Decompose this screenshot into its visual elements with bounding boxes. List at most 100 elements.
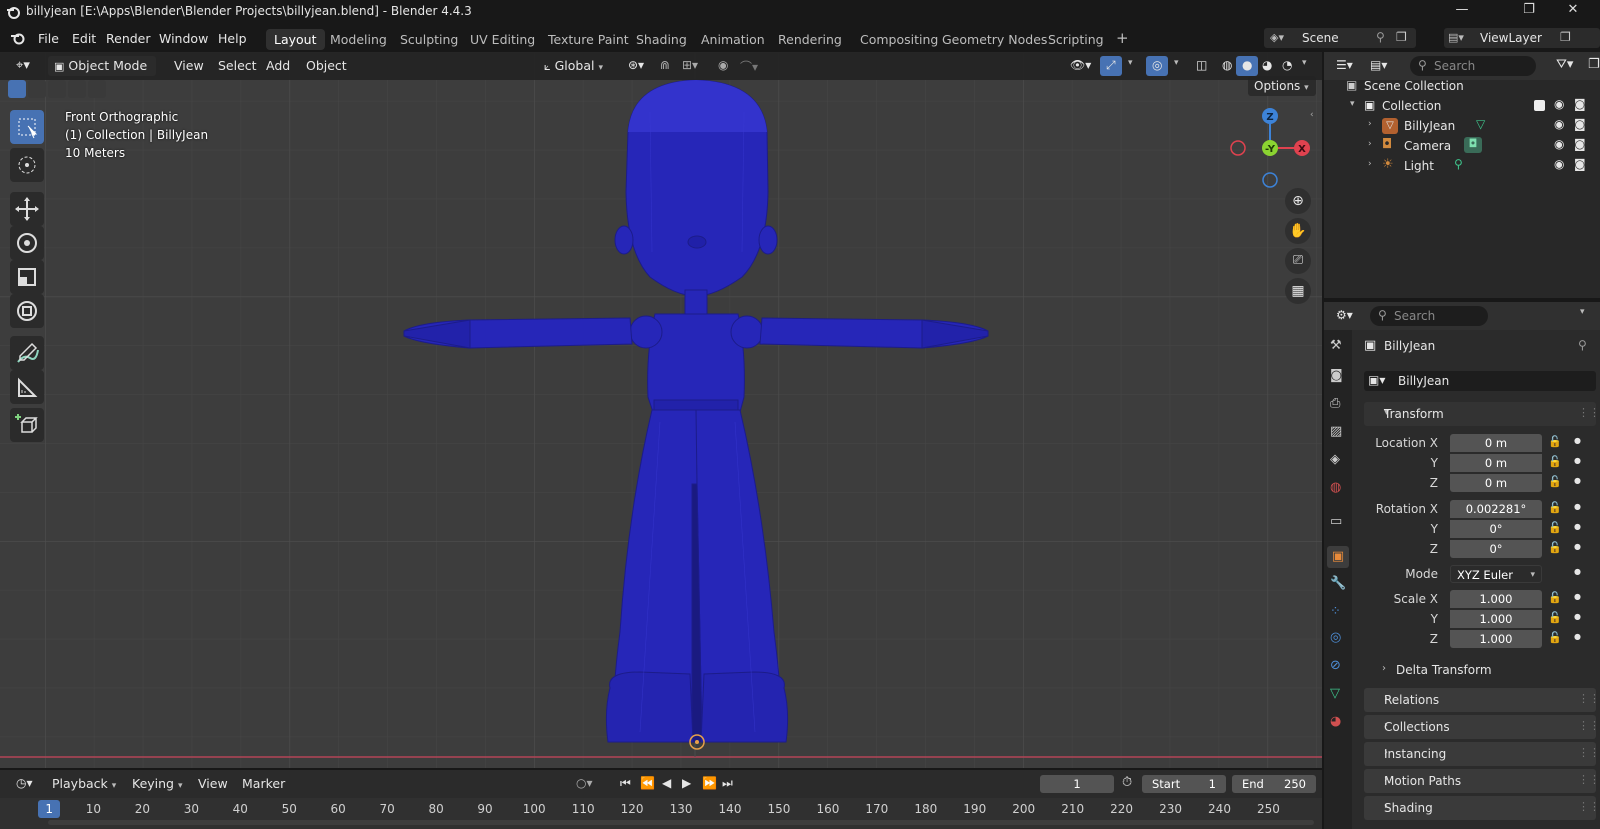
tab-uv-editing[interactable]: UV Editing	[462, 29, 543, 50]
xray-icon[interactable]: ◫	[1190, 56, 1213, 76]
ortho-grid-icon[interactable]: ▦	[1285, 278, 1311, 304]
drag-handle-icon[interactable]: ⋮⋮	[1578, 692, 1600, 705]
physics-tab-icon[interactable]: ◎	[1330, 630, 1341, 645]
collections-panel-header[interactable]: › Collections ⋮⋮	[1364, 715, 1600, 739]
rotate-tool[interactable]	[10, 226, 44, 260]
select-invert-icon[interactable]	[68, 80, 86, 98]
location-x-field[interactable]: 0 m	[1450, 434, 1542, 452]
collection-tab-icon[interactable]: ▭	[1330, 514, 1342, 529]
chevron-right-icon[interactable]: ›	[1368, 139, 1372, 149]
chevron-down-icon[interactable]: ▾	[1580, 307, 1585, 317]
keyframe-dot-icon[interactable]: ●	[1574, 522, 1581, 531]
play-icon[interactable]: ▶	[676, 774, 697, 794]
pin-icon[interactable]: ⚲	[1578, 338, 1587, 352]
render-camera-icon[interactable]: ◙	[1574, 157, 1586, 171]
properties-editor-icon[interactable]: ⚙▾	[1336, 308, 1353, 322]
proportional-edit-icon[interactable]: ◉	[712, 56, 734, 76]
pan-hand-icon[interactable]: ✋	[1285, 218, 1311, 244]
menu-help[interactable]: Help	[212, 29, 253, 48]
render-camera-icon[interactable]: ◙	[1574, 117, 1586, 131]
drag-handle-icon[interactable]: ⋮⋮	[1578, 773, 1600, 786]
data-tab-icon[interactable]: ▽	[1330, 686, 1340, 701]
constraints-tab-icon[interactable]: ⊘	[1330, 658, 1341, 673]
outliner-editor-icon[interactable]: ☰▾	[1336, 58, 1353, 72]
visibility-icon[interactable]: 👁▾	[1064, 56, 1097, 76]
snap-target-icon[interactable]: ⊞▾	[676, 56, 704, 76]
motion-paths-panel-header[interactable]: › Motion Paths ⋮⋮	[1364, 769, 1600, 793]
eye-icon[interactable]: ◉	[1554, 117, 1564, 131]
relations-panel-header[interactable]: › Relations ⋮⋮	[1364, 688, 1600, 712]
auto-keying-icon[interactable]: ○▾	[570, 774, 599, 794]
chevron-down-icon[interactable]: ▾	[1122, 56, 1139, 76]
select-intersect-icon[interactable]	[88, 80, 106, 98]
chevron-down-icon[interactable]: ▾	[1296, 56, 1313, 76]
menu-view[interactable]: View	[168, 56, 210, 76]
navigation-gizmo[interactable]: Z X -Y	[1228, 108, 1312, 192]
add-workspace-button[interactable]: +	[1108, 26, 1137, 50]
shading-panel-header[interactable]: › Shading ⋮⋮	[1364, 796, 1600, 820]
modifier-tab-icon[interactable]: 🔧	[1330, 576, 1346, 591]
pin-icon[interactable]: ⚲	[1376, 30, 1385, 44]
snap-icon[interactable]: ⋒	[654, 56, 676, 76]
tab-sculpting[interactable]: Sculpting	[392, 29, 466, 50]
eye-icon[interactable]: ◉	[1554, 137, 1564, 151]
material-tab-icon[interactable]: ◕	[1330, 714, 1341, 729]
chevron-right-icon[interactable]: ›	[1368, 119, 1372, 129]
falloff-icon[interactable]: ⌒▾	[734, 56, 764, 76]
camera-data-icon[interactable]: ◘	[1464, 137, 1482, 153]
play-reverse-icon[interactable]: ◀	[656, 774, 677, 794]
tab-shading[interactable]: Shading	[628, 29, 695, 50]
keyframe-dot-icon[interactable]: ●	[1574, 502, 1581, 511]
new-scene-icon[interactable]: ❐	[1396, 30, 1407, 44]
billyjean-mesh[interactable]	[0, 52, 1322, 768]
transform-tool[interactable]	[10, 294, 44, 328]
lock-icon[interactable]: 🔓	[1548, 541, 1562, 554]
select-extend-icon[interactable]	[28, 80, 46, 98]
chevron-right-icon[interactable]: ›	[1368, 159, 1372, 169]
lock-icon[interactable]: 🔓	[1548, 611, 1562, 624]
menu-select[interactable]: Select	[212, 56, 263, 76]
add-cube-tool[interactable]	[10, 408, 44, 442]
menu-file[interactable]: File	[32, 29, 65, 48]
tab-scripting[interactable]: Scripting	[1040, 29, 1112, 50]
particles-tab-icon[interactable]: ⁘	[1330, 604, 1341, 619]
tab-geometry-nodes[interactable]: Geometry Nodes	[934, 29, 1055, 50]
transform-orientation-dropdown[interactable]: ⟀ Global ▾	[538, 56, 616, 76]
measure-tool[interactable]	[10, 370, 44, 404]
render-tab-icon[interactable]: ◙	[1330, 368, 1343, 383]
gizmo-toggle-icon[interactable]: ⤢	[1100, 56, 1122, 76]
tab-layout[interactable]: Layout	[266, 29, 325, 50]
timeline-view-menu[interactable]: View	[192, 774, 234, 794]
lock-icon[interactable]: 🔓	[1548, 501, 1562, 514]
outliner-search[interactable]: ⚲ Search	[1410, 56, 1536, 76]
pivot-point-icon[interactable]: ⊛▾	[622, 56, 650, 76]
cursor-tool[interactable]	[10, 148, 44, 182]
current-frame-field[interactable]: 1	[1040, 775, 1114, 793]
drag-handle-icon[interactable]: ⋮⋮	[1578, 800, 1600, 813]
world-tab-icon[interactable]: ◍	[1330, 480, 1341, 495]
tab-animation[interactable]: Animation	[693, 29, 773, 50]
location-y-field[interactable]: 0 m	[1450, 454, 1542, 472]
new-collection-icon[interactable]: ❐	[1588, 57, 1600, 72]
new-view-layer-icon[interactable]: ❐	[1560, 30, 1571, 44]
keyframe-dot-icon[interactable]: ●	[1574, 542, 1581, 551]
rotation-y-field[interactable]: 0°	[1450, 520, 1542, 538]
jump-end-icon[interactable]: ⏭	[716, 774, 739, 794]
menu-edit[interactable]: Edit	[66, 29, 102, 48]
lock-icon[interactable]: 🔓	[1548, 455, 1562, 468]
lock-icon[interactable]: 🔓	[1548, 631, 1562, 644]
scene-selector[interactable]: ◈▾ Scene ⚲ ❐	[1264, 28, 1416, 48]
outliner-item-billyjean[interactable]: › ▽ BillyJean ▽ ◉ ◙	[1324, 116, 1600, 136]
start-frame-field[interactable]: Start 1	[1142, 775, 1226, 793]
instancing-panel-header[interactable]: › Instancing ⋮⋮	[1364, 742, 1600, 766]
keyframe-dot-icon[interactable]: ●	[1574, 456, 1581, 465]
tab-compositing[interactable]: Compositing	[852, 29, 946, 50]
keyframe-dot-icon[interactable]: ●	[1574, 567, 1581, 576]
keyframe-dot-icon[interactable]: ●	[1574, 436, 1581, 445]
blender-menu-icon[interactable]	[10, 31, 26, 45]
marker-menu[interactable]: Marker	[236, 774, 291, 794]
object-tab-icon[interactable]: ▣	[1327, 546, 1349, 568]
outliner-scene-collection[interactable]: ▣ Scene Collection	[1324, 76, 1600, 96]
drag-handle-icon[interactable]: ⋮⋮	[1578, 406, 1600, 419]
drag-handle-icon[interactable]: ⋮⋮	[1578, 719, 1600, 732]
